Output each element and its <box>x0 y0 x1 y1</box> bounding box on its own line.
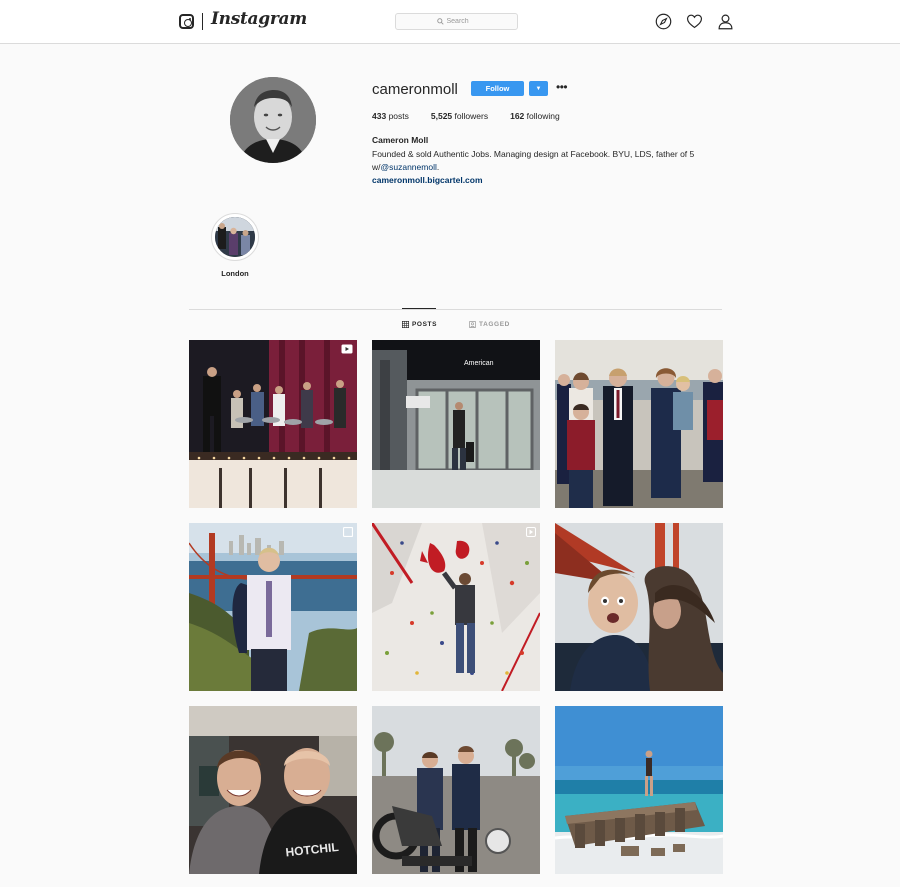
story-highlight-london[interactable] <box>211 213 259 261</box>
top-nav: Instagram <box>0 0 900 44</box>
more-options-icon[interactable]: ••• <box>556 80 568 94</box>
highlight-thumbnail <box>215 217 255 257</box>
suggestions-dropdown-button[interactable]: ▼ <box>529 81 548 96</box>
follow-button[interactable]: Follow <box>471 81 524 96</box>
grid-icon <box>402 321 409 328</box>
following-count-label: following <box>526 111 560 121</box>
tab-posts[interactable]: POSTS <box>402 321 437 328</box>
tag-icon <box>469 321 476 328</box>
heart-icon[interactable] <box>686 13 703 30</box>
search-input[interactable] <box>446 18 477 25</box>
camera-logo-icon[interactable] <box>179 14 194 29</box>
followers-count-value: 5,525 <box>430 111 453 121</box>
svg-text:American: American <box>464 360 494 367</box>
search-box[interactable] <box>395 13 518 30</box>
profile-bio: Founded & sold Authentic Jobs. Managing … <box>372 148 722 174</box>
posts-grid: American HOTCHIL <box>189 340 723 874</box>
multiple-icon <box>343 527 353 537</box>
post-tile[interactable] <box>189 340 357 508</box>
following-count[interactable]: 162 following <box>510 111 560 121</box>
highlight-label: London <box>221 269 249 278</box>
video-icon <box>526 527 536 537</box>
video-icon <box>341 344 353 354</box>
logo-divider <box>202 13 203 30</box>
following-count-value: 162 <box>510 111 525 121</box>
followers-count-label: followers <box>454 111 489 121</box>
active-tab-indicator <box>402 308 436 309</box>
post-tile[interactable] <box>372 706 540 874</box>
tab-tagged[interactable]: TAGGED <box>469 321 510 328</box>
bio-mention-link[interactable]: @suzannemoll <box>381 162 437 172</box>
post-tile[interactable]: American <box>372 340 540 508</box>
profile-full-name: Cameron Moll <box>372 135 429 145</box>
compass-icon[interactable] <box>655 13 672 30</box>
posts-count-value: 433 <box>372 111 387 121</box>
tab-tagged-label: TAGGED <box>479 321 510 328</box>
post-tile[interactable] <box>555 340 723 508</box>
followers-count[interactable]: 5,525 followers <box>431 111 488 121</box>
bio-end: . <box>436 162 440 172</box>
search-icon <box>436 18 444 25</box>
profile-website-link[interactable]: cameronmoll.bigcartel.com <box>372 175 483 185</box>
tab-divider <box>189 309 722 310</box>
person-icon[interactable] <box>717 13 734 30</box>
post-tile[interactable] <box>372 523 540 691</box>
tab-posts-label: POSTS <box>412 321 438 328</box>
instagram-wordmark[interactable]: Instagram <box>211 9 307 29</box>
post-tile[interactable]: HOTCHIL <box>189 706 357 874</box>
profile-avatar[interactable] <box>230 77 316 163</box>
post-tile[interactable] <box>189 523 357 691</box>
triangle-down-icon: ▼ <box>535 85 542 92</box>
post-tile[interactable] <box>555 523 723 691</box>
post-tile[interactable] <box>555 706 723 874</box>
profile-username: cameronmoll <box>372 81 458 98</box>
profile-stats: 433 posts 5,525 followers 162 following <box>372 111 582 121</box>
posts-count-label: posts <box>388 111 409 121</box>
posts-count: 433 posts <box>372 111 409 121</box>
